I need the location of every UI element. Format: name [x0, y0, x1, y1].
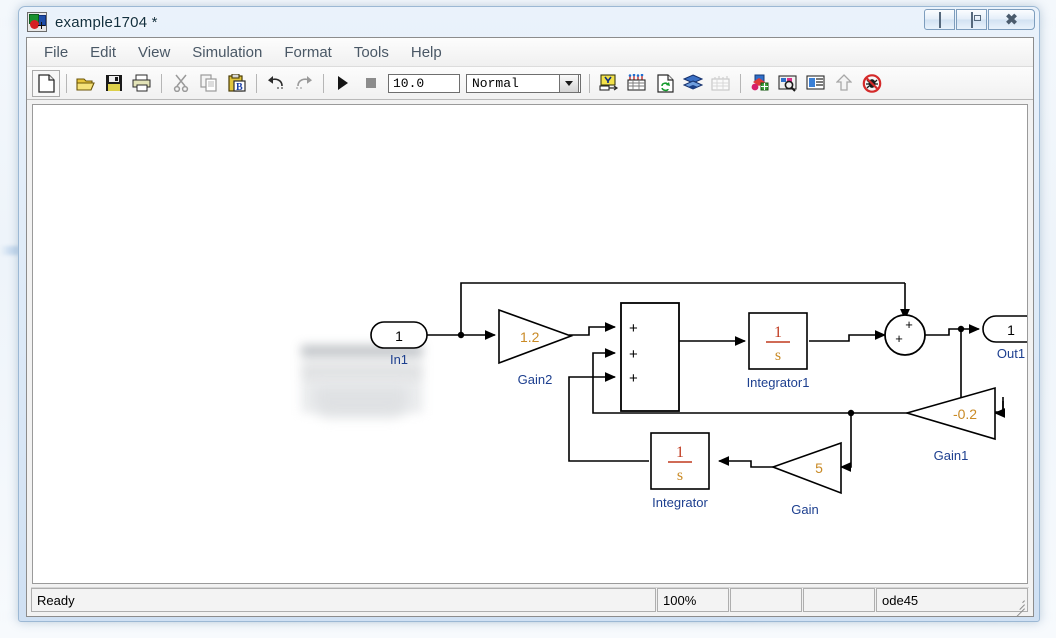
- simulation-mode-dropdown[interactable]: Normal: [466, 73, 581, 93]
- menu-view[interactable]: View: [127, 42, 181, 63]
- status-field-3: [730, 588, 802, 612]
- model-canvas[interactable]: 1 In1 1.2 Gain2 + + + 1 s Integrator1 + …: [32, 104, 1028, 584]
- menu-edit[interactable]: Edit: [79, 42, 127, 63]
- undo-icon[interactable]: [263, 71, 289, 96]
- minimize-button[interactable]: [924, 9, 955, 30]
- block-integrator: 1 s Integrator: [650, 432, 710, 510]
- signal-junction: [847, 409, 855, 417]
- svg-text:-0.2: -0.2: [953, 406, 977, 422]
- svg-text:1: 1: [676, 444, 684, 461]
- block-sum: + + +: [620, 302, 680, 412]
- find-icon[interactable]: [775, 71, 801, 96]
- block-sum-circle: + +: [884, 314, 926, 356]
- stop-simulation-icon[interactable]: [358, 71, 384, 96]
- signal-junction: [957, 325, 965, 333]
- status-bar: Ready 100% ode45: [31, 587, 1029, 617]
- snapshot-icon[interactable]: [680, 71, 706, 96]
- block-gain2: 1.2 Gain2: [498, 308, 574, 387]
- close-button[interactable]: ✖: [988, 9, 1035, 30]
- toolbar-separator: [256, 73, 257, 93]
- svg-text:s: s: [775, 347, 781, 364]
- menu-help[interactable]: Help: [400, 42, 453, 63]
- simulation-stop-time-input[interactable]: 10.0: [388, 73, 460, 93]
- no-bugs-icon[interactable]: [859, 71, 885, 96]
- svg-text:1: 1: [395, 328, 403, 344]
- update-diagram-icon[interactable]: [652, 71, 678, 96]
- menu-format[interactable]: Format: [273, 42, 343, 63]
- model-explorer-icon[interactable]: [624, 71, 650, 96]
- svg-text:Gain1: Gain1: [934, 448, 969, 463]
- svg-text:+: +: [895, 331, 903, 346]
- svg-text:Out1: Out1: [997, 346, 1025, 361]
- menu-file[interactable]: File: [33, 42, 79, 63]
- simulation-mode-value: Normal: [472, 75, 519, 91]
- svg-text:+: +: [629, 320, 638, 337]
- model-advisor-icon[interactable]: [708, 71, 734, 96]
- svg-text:Integrator: Integrator: [652, 495, 708, 510]
- toolbar-separator: [323, 73, 324, 93]
- block-in1: 1 In1: [370, 321, 428, 367]
- toolbar-separator: [589, 73, 590, 93]
- print-icon[interactable]: [129, 71, 155, 96]
- block-diagram[interactable]: 1 In1 1.2 Gain2 + + + 1 s Integrator1 + …: [33, 105, 1028, 584]
- svg-text:1: 1: [1007, 322, 1015, 338]
- block-out1: 1 Out1: [982, 315, 1027, 361]
- svg-text:Gain: Gain: [791, 502, 818, 517]
- menu-tools[interactable]: Tools: [343, 42, 400, 63]
- debug-icon[interactable]: [747, 71, 773, 96]
- go-up-icon[interactable]: [831, 71, 857, 96]
- menu-bar: File Edit View Simulation Format Tools H…: [27, 38, 1033, 67]
- block-integrator1: 1 s Integrator1: [747, 312, 810, 390]
- solver-label: ode45: [882, 592, 919, 608]
- svg-text:1.2: 1.2: [520, 329, 540, 345]
- zoom-level: 100%: [657, 588, 729, 612]
- svg-text:1: 1: [774, 324, 782, 341]
- new-model-icon[interactable]: [32, 69, 60, 97]
- save-icon[interactable]: [101, 71, 127, 96]
- open-folder-icon[interactable]: [73, 71, 99, 96]
- library-browser-icon[interactable]: [596, 71, 622, 96]
- chevron-down-icon[interactable]: [559, 73, 579, 93]
- start-simulation-icon[interactable]: [330, 71, 356, 96]
- status-text: Ready: [31, 588, 656, 612]
- toolbar-separator: [740, 73, 741, 93]
- solver-name: ode45: [876, 588, 1028, 617]
- simulink-icon: [27, 12, 47, 32]
- restore-button[interactable]: [956, 9, 987, 30]
- client-area: File Edit View Simulation Format Tools H…: [26, 37, 1034, 617]
- svg-text:s: s: [677, 467, 683, 484]
- block-gain: 5 Gain: [770, 441, 842, 517]
- menu-simulation[interactable]: Simulation: [181, 42, 273, 63]
- svg-text:In1: In1: [390, 352, 408, 367]
- svg-text:5: 5: [815, 460, 823, 476]
- toolbar-separator: [66, 73, 67, 93]
- title-bar[interactable]: example1704 * ✖: [19, 7, 1039, 37]
- toolbar: B 10.0 Normal: [27, 67, 1033, 100]
- toolbar-separator: [161, 73, 162, 93]
- copy-icon[interactable]: [196, 71, 222, 96]
- svg-text:Integrator1: Integrator1: [747, 375, 810, 390]
- svg-text:+: +: [629, 370, 638, 387]
- paste-icon[interactable]: B: [224, 71, 250, 96]
- window-title: example1704 *: [55, 13, 158, 31]
- resize-grip[interactable]: [1013, 597, 1025, 617]
- svg-text:Gain2: Gain2: [518, 372, 553, 387]
- svg-text:B: B: [236, 82, 243, 92]
- cut-scissors-icon[interactable]: [168, 71, 194, 96]
- svg-text:+: +: [629, 346, 638, 363]
- block-gain1: -0.2 Gain1: [904, 386, 996, 463]
- status-field-4: [803, 588, 875, 612]
- signal-junction: [457, 331, 465, 339]
- redo-icon[interactable]: [291, 71, 317, 96]
- simulink-model-window: example1704 * ✖ File Edit View Simulatio…: [18, 6, 1040, 622]
- window-controls: ✖: [924, 9, 1035, 30]
- svg-text:+: +: [905, 317, 913, 332]
- properties-icon[interactable]: [803, 71, 829, 96]
